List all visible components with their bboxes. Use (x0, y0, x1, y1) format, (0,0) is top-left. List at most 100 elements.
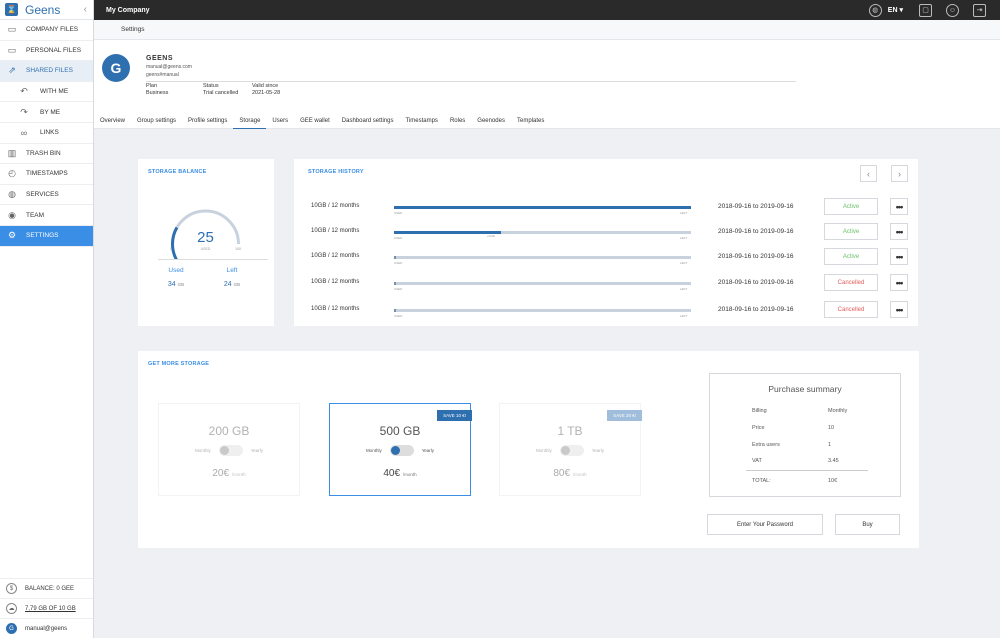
history-status-button[interactable]: Cancelled (824, 274, 878, 291)
history-date-range: 2018-09-16 to 2019-09-16 (718, 228, 794, 235)
tab-timestamps[interactable]: Timestamps (399, 113, 443, 129)
left-unit: GB (233, 282, 241, 287)
purchase-summary-title: Purchase summary (768, 384, 842, 394)
buy-button[interactable]: Buy (835, 514, 900, 535)
sidebar-item-label: SERVICES (26, 191, 59, 199)
globe-icon[interactable]: ◍ (868, 3, 882, 17)
history-left-label: LEFT (680, 287, 688, 291)
coin-icon: $ (6, 583, 17, 594)
tab-group-settings[interactable]: Group settings (131, 113, 182, 129)
history-usage-fill (394, 282, 396, 285)
chevron-right-icon: › (898, 168, 901, 179)
tab-dashboard-settings[interactable]: Dashboard settings (336, 113, 400, 129)
tab-templates[interactable]: Templates (511, 113, 550, 129)
yearly-label: Yearly (250, 448, 264, 453)
balance-row[interactable]: $ BALANCE: 0 GEE (0, 578, 93, 598)
sidebar-item-with-me[interactable]: ↶ WITH ME (0, 82, 93, 103)
get-more-storage-card: GET MORE STORAGE 200 GB Monthly Yearly 20€ … (138, 351, 919, 548)
sidebar-item-trash-bin[interactable]: ▥ TRASH BIN (0, 144, 93, 165)
sidebar-item-company-files[interactable]: ▭ COMPANY FILES (0, 20, 93, 41)
tab-storage[interactable]: Storage (233, 113, 267, 129)
breadcrumb-settings[interactable]: Settings (121, 26, 145, 33)
tab-overview[interactable]: Overview (94, 113, 131, 129)
sidebar-item-label: TEAM (26, 211, 45, 219)
summary-key: Billing (752, 408, 767, 414)
settings-tabs: Overview Group settings Profile settings… (94, 113, 550, 129)
history-usage-bar (394, 206, 691, 209)
sidebar-item-label: COMPANY FILES (26, 26, 79, 34)
app-name: Geens (25, 2, 61, 17)
folder-icon: ▭ (7, 44, 17, 55)
prev-page-button[interactable]: ‹ (860, 165, 877, 182)
sidebar-item-team[interactable]: ◉ TEAM (0, 205, 93, 226)
more-options-button[interactable]: ••• (890, 301, 908, 318)
yearly-label: Yearly (421, 448, 435, 453)
sidebar-item-label: SHARED FILES (26, 67, 73, 75)
save-badge: SAVE 20 €! (607, 410, 642, 421)
billing-toggle-row: Monthly Yearly (330, 445, 470, 456)
profile-username: geens#manual (146, 72, 179, 78)
plan-price-row: 80€ /month (500, 468, 640, 479)
left-label: Left (226, 267, 238, 274)
history-left-label: LEFT (680, 236, 688, 240)
history-status-button[interactable]: Cancelled (824, 301, 878, 318)
sidebar-item-services[interactable]: ◍ SERVICES (0, 185, 93, 206)
used-stat: Used 34 GB (156, 267, 196, 288)
sidebar-item-links[interactable]: ∞ LINKS (0, 123, 93, 144)
monthly-label: Monthly (365, 448, 382, 453)
language-selector[interactable]: EN ▾ (888, 6, 903, 14)
tab-geenodes[interactable]: Geenodes (471, 113, 511, 129)
storage-plan-option[interactable]: 200 GB Monthly Yearly 20€ /month (158, 403, 300, 496)
more-options-button[interactable]: ••• (890, 248, 908, 265)
next-page-button[interactable]: › (891, 165, 908, 182)
folder-icon: ▭ (7, 24, 17, 35)
storage-plan-option[interactable]: SAVE 10 €! 500 GB Monthly Yearly 40€ /month (329, 403, 472, 496)
billing-period-toggle[interactable] (559, 445, 584, 456)
used-unit: GB (177, 282, 185, 287)
arrow-left-icon: ↶ (20, 86, 28, 97)
toggle-knob (219, 446, 229, 455)
history-usage-fill (394, 309, 396, 312)
collapse-sidebar-icon[interactable]: ‹ (84, 4, 87, 15)
tab-users[interactable]: Users (266, 113, 294, 129)
logout-icon[interactable]: ⇥ (973, 3, 986, 17)
plan-price-period: /month (572, 472, 587, 477)
more-options-button[interactable]: ••• (890, 198, 908, 215)
history-status-button[interactable]: Active (824, 248, 878, 265)
breadcrumb: Settings (94, 20, 1000, 40)
billing-period-toggle[interactable] (389, 445, 414, 456)
storage-usage-row[interactable]: ☁ 7,79 GB OF 10 GB (0, 598, 93, 618)
sidebar-item-personal-files[interactable]: ▭ PERSONAL FILES (0, 41, 93, 62)
history-status-button[interactable]: Active (824, 198, 878, 215)
more-options-button[interactable]: ••• (890, 274, 908, 291)
storage-plan-option[interactable]: SAVE 20 €! 1 TB Monthly Yearly 80€ /month (499, 403, 642, 496)
status-info: Status Trial cancelled (203, 83, 238, 97)
divider (746, 470, 868, 471)
enter-password-button[interactable]: Enter Your Password (707, 514, 823, 535)
valid-value: 2021-05-28 (252, 90, 281, 96)
sidebar-item-timestamps[interactable]: ◴ TIMESTAMPS (0, 164, 93, 185)
billing-period-toggle[interactable] (218, 445, 243, 456)
tab-roles[interactable]: Roles (444, 113, 471, 129)
sidebar-item-label: LINKS (40, 129, 59, 137)
history-date-range: 2018-09-16 to 2019-09-16 (718, 279, 794, 286)
chat-icon[interactable]: ▢ (919, 3, 932, 17)
sidebar-footer: $ BALANCE: 0 GEE ☁ 7,79 GB OF 10 GB Gmanua… (0, 578, 93, 638)
logo[interactable]: ⌛ Geens ‹ (0, 0, 93, 20)
history-row: 10GB / 12 months USED +NCE LEFT 2018-09-16 t… (294, 223, 918, 246)
history-row: 10GB / 12 months USED LEFT 2018-09-16 to 20… (294, 248, 918, 271)
summary-key: VAT (752, 458, 762, 464)
tab-profile-settings[interactable]: Profile settings (182, 113, 233, 129)
tab-gee-wallet[interactable]: GEE wallet (294, 113, 336, 129)
user-row[interactable]: Gmanual@geens (0, 618, 93, 638)
history-row: 10GB / 12 months USED LEFT 2018-09-16 to 20… (294, 274, 918, 297)
user-icon[interactable]: ☺ (946, 3, 959, 17)
more-options-button[interactable]: ••• (890, 223, 908, 240)
history-row: 10GB / 12 months USED LEFT 2018-09-16 to 20… (294, 301, 918, 324)
sidebar-item-settings[interactable]: ⚙ SETTINGS (0, 225, 93, 247)
topbar: My Company ◍ EN ▾ ▢ ☺ ⇥ (94, 0, 1000, 20)
sidebar-item-by-me[interactable]: ↷ BY ME (0, 102, 93, 123)
history-status-button[interactable]: Active (824, 223, 878, 240)
sidebar-item-shared-files[interactable]: ⇗ SHARED FILES (0, 61, 93, 82)
monthly-label: Monthly (194, 448, 211, 453)
